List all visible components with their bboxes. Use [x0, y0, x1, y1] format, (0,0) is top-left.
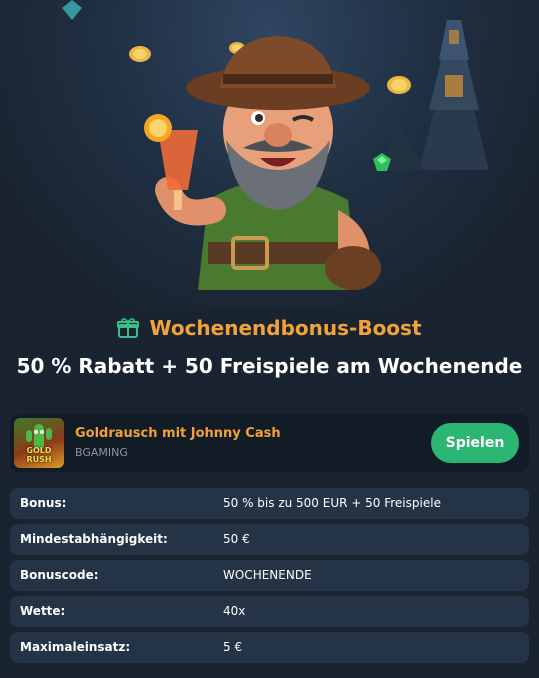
gift-icon [117, 318, 140, 338]
detail-row-max-bet: Maximaleinsatz: 5 € [10, 632, 529, 663]
detail-value: 5 € [223, 640, 243, 654]
promo-title-row: Wochenendbonus-Boost [0, 316, 539, 340]
detail-value: 40x [223, 604, 246, 618]
detail-row-wager: Wette: 40x [10, 596, 529, 627]
detail-value: 50 € [223, 532, 250, 546]
detail-label: Bonuscode: [20, 568, 99, 582]
detail-label: Maximaleinsatz: [20, 640, 131, 654]
promo-subtitle: 50 % Rabatt + 50 Freispiele am Wochenend… [16, 354, 523, 378]
detail-row-bonus: Bonus: 50 % bis zu 500 EUR + 50 Freispie… [10, 488, 529, 519]
promo-title: Wochenendbonus-Boost [149, 316, 422, 340]
detail-row-min-deposit: Mindestabhängigkeit: 50 € [10, 524, 529, 555]
game-provider: BGAMING [75, 446, 128, 459]
game-name[interactable]: Goldrausch mit Johnny Cash [75, 426, 281, 441]
detail-label: Mindestabhängigkeit: [20, 532, 168, 546]
game-card: GOLD RUSH Goldrausch mit Johnny Cash BGA… [10, 414, 529, 472]
game-thumb-text: GOLD RUSH [26, 446, 52, 464]
game-thumbnail[interactable]: GOLD RUSH [14, 418, 64, 468]
hero-banner [0, 0, 539, 310]
detail-label: Bonus: [20, 496, 67, 510]
mascot-character [144, 36, 381, 290]
detail-value: 50 % bis zu 500 EUR + 50 Freispiele [223, 496, 441, 510]
detail-label: Wette: [20, 604, 66, 618]
detail-value: WOCHENENDE [223, 568, 312, 582]
detail-row-bonus-code: Bonuscode: WOCHENENDE [10, 560, 529, 591]
crystal-icon [62, 0, 82, 20]
play-button[interactable]: Spielen [431, 423, 519, 463]
